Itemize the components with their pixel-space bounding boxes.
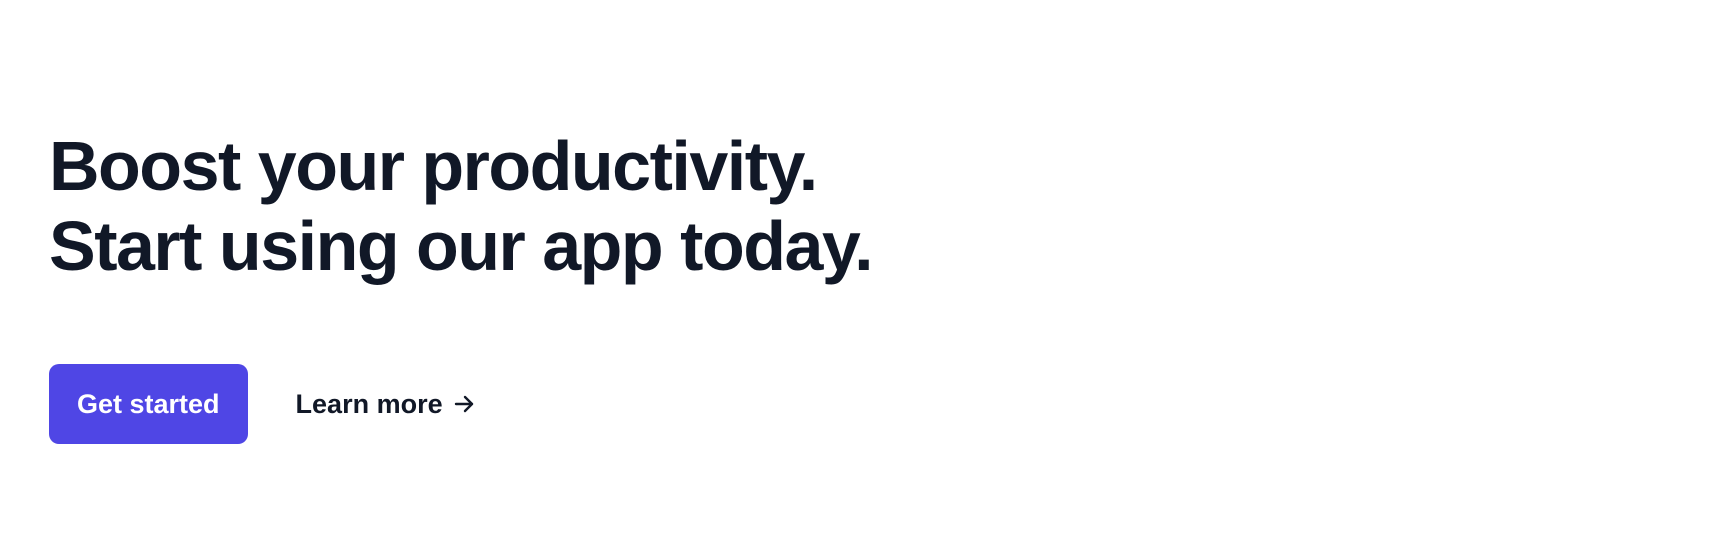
get-started-button[interactable]: Get started xyxy=(49,364,248,444)
learn-more-label: Learn more xyxy=(295,388,443,419)
headline-line-1: Boost your productivity. xyxy=(49,127,818,205)
hero-actions: Get started Learn more xyxy=(49,364,475,444)
arrow-right-icon xyxy=(453,393,475,415)
learn-more-link[interactable]: Learn more xyxy=(296,389,475,420)
hero-headline: Boost your productivity. Start using our… xyxy=(49,126,874,286)
headline-line-2: Start using our app today. xyxy=(49,207,874,285)
hero-section: Boost your productivity. Start using our… xyxy=(0,0,1736,547)
